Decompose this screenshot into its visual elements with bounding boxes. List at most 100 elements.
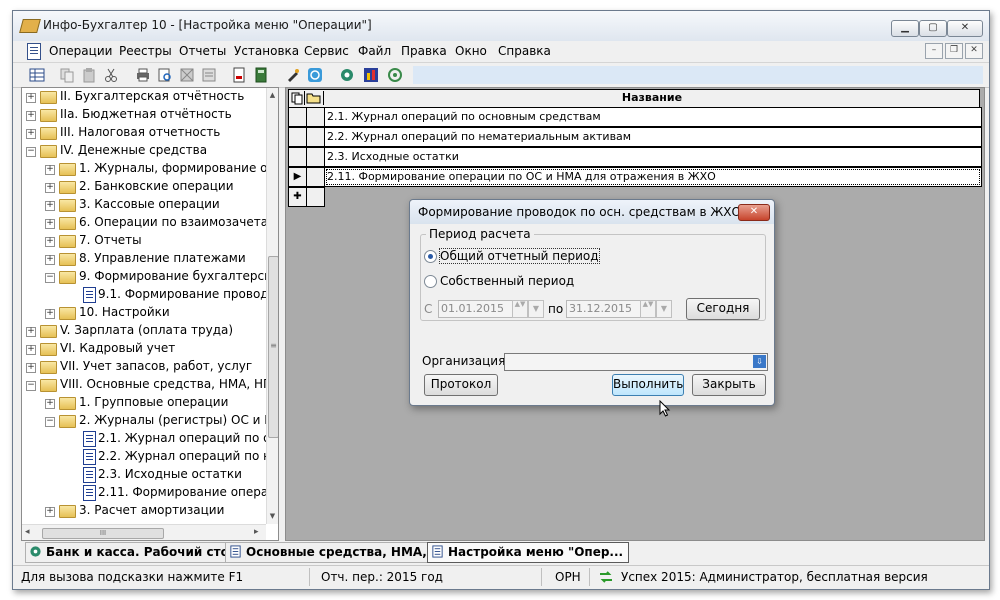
date-from-field[interactable]: 01.01.2015 xyxy=(438,300,514,318)
magic-icon[interactable] xyxy=(285,67,301,83)
scroll-left-arrow-icon[interactable]: ◂ xyxy=(25,527,30,537)
menu-registers[interactable]: Реестры xyxy=(119,44,172,58)
collapse-icon[interactable]: − xyxy=(26,381,36,391)
date-from-spinner[interactable]: ▲▼ xyxy=(512,300,528,318)
menu-service[interactable]: Сервис xyxy=(304,44,349,58)
collapse-icon[interactable]: − xyxy=(45,417,55,427)
expand-icon[interactable]: + xyxy=(45,237,55,247)
menu-help[interactable]: Справка xyxy=(498,44,551,58)
tree-item[interactable]: +2. Банковские операции xyxy=(22,178,266,196)
settings-icon[interactable] xyxy=(339,67,355,83)
close-button[interactable]: ✕ xyxy=(947,20,983,37)
expand-icon[interactable]: + xyxy=(45,165,55,175)
grid-icon[interactable] xyxy=(29,67,45,83)
collapse-icon[interactable]: − xyxy=(45,273,55,283)
protocol-button[interactable]: Протокол xyxy=(424,374,498,396)
tree-item[interactable]: +3. Кассовые операции xyxy=(22,196,266,214)
tree-horizontal-scrollbar[interactable]: ◂ III ▸ xyxy=(22,524,266,540)
radio-general-period[interactable] xyxy=(424,250,437,263)
tree-item[interactable]: − VIII. Основные средства, НМА, НПА xyxy=(22,376,278,394)
radio-own-period-label[interactable]: Собственный период xyxy=(440,274,574,288)
tree-vertical-scrollbar[interactable]: ▲ ≡ ▼ xyxy=(266,88,278,524)
date-to-dropdown[interactable]: ▼ xyxy=(656,300,672,318)
tree-item[interactable]: +8. Управление платежами xyxy=(22,250,266,268)
tree-item[interactable]: + III. Налоговая отчетность xyxy=(22,124,266,142)
new-row-indicator[interactable]: ✚ xyxy=(288,187,307,207)
expand-icon[interactable]: + xyxy=(45,183,55,193)
preview-icon[interactable] xyxy=(157,67,173,83)
cut-icon[interactable] xyxy=(103,67,119,83)
expand-icon[interactable]: + xyxy=(45,309,55,319)
expand-icon[interactable]: + xyxy=(26,327,36,337)
expand-icon[interactable]: + xyxy=(26,129,36,139)
row-indicator[interactable] xyxy=(288,147,307,167)
tree-item[interactable]: + VII. Учет запасов, работ, услуг xyxy=(22,358,266,376)
chart-icon[interactable] xyxy=(363,67,379,83)
date-from-dropdown[interactable]: ▼ xyxy=(528,300,544,318)
organization-select-icon[interactable]: ⇩ xyxy=(753,355,766,368)
menu-reports[interactable]: Отчеты xyxy=(179,44,226,58)
tree-item[interactable]: +1. Журналы, формирование опер xyxy=(22,160,278,178)
radio-own-period[interactable] xyxy=(424,275,437,288)
task-tab-menu-settings[interactable]: Настройка меню "Опер... xyxy=(427,542,629,563)
grid-folder-icon[interactable] xyxy=(306,91,324,105)
expand-icon[interactable]: + xyxy=(26,93,36,103)
tree-item[interactable]: +7. Отчеты xyxy=(22,232,266,250)
tree-item[interactable]: + VI. Кадровый учет xyxy=(22,340,266,358)
date-to-field[interactable]: 31.12.2015 xyxy=(566,300,642,318)
report-icon[interactable] xyxy=(231,67,247,83)
tree-item[interactable]: 2.1. Журнал операций по осн xyxy=(22,430,278,448)
expand-icon[interactable]: + xyxy=(26,111,36,121)
collapse-icon[interactable]: − xyxy=(26,147,36,157)
calculator-icon[interactable] xyxy=(253,67,269,83)
close-dialog-button[interactable]: Закрыть xyxy=(692,374,766,396)
current-row-indicator[interactable]: ▶ xyxy=(288,167,307,187)
menu-operations[interactable]: Операции xyxy=(49,44,112,58)
menu-file[interactable]: Файл xyxy=(358,44,391,58)
menu-window[interactable]: Окно xyxy=(455,44,487,58)
grid-column-name-header[interactable]: Название xyxy=(325,91,979,104)
scroll-right-arrow-icon[interactable]: ▸ xyxy=(254,527,259,537)
expand-icon[interactable]: + xyxy=(26,363,36,373)
network-icon[interactable] xyxy=(387,67,403,83)
tree-item[interactable]: + II. Бухгалтерская отчётность xyxy=(22,88,266,106)
tree-item[interactable]: +6. Операции по взаимозачетам xyxy=(22,214,277,232)
task-tab-bank[interactable]: Банк и касса. Рабочий стол ... xyxy=(25,542,255,563)
execute-button[interactable]: Выполнить xyxy=(612,374,684,396)
tree-item[interactable]: + IIa. Бюджетная отчётность xyxy=(22,106,266,124)
tree-item[interactable]: 9.1. Формирование проводок xyxy=(22,286,278,304)
row-indicator[interactable] xyxy=(288,127,307,147)
mdi-restore-button[interactable]: ❐ xyxy=(945,43,963,59)
grid-row-name[interactable]: 2.1. Журнал операций по основным средств… xyxy=(324,107,982,127)
expand-icon[interactable]: + xyxy=(45,399,55,409)
today-button[interactable]: Сегодня xyxy=(686,298,760,320)
dialog-close-button[interactable]: ✕ xyxy=(738,204,770,221)
menu-installation[interactable]: Установка xyxy=(234,44,299,58)
tree-scroll-thumb[interactable]: ≡ xyxy=(268,256,278,438)
expand-icon[interactable]: + xyxy=(45,507,55,517)
tree-item[interactable]: − 9. Формирование бухгалтерских xyxy=(22,268,278,286)
maximize-button[interactable]: ▢ xyxy=(919,20,947,37)
scroll-up-arrow-icon[interactable]: ▲ xyxy=(268,89,277,101)
tree-item[interactable]: − 2. Журналы (регистры) ОС и НМ xyxy=(22,412,278,430)
image-icon[interactable] xyxy=(179,67,195,83)
mdi-close-button[interactable]: ✕ xyxy=(965,43,983,59)
refresh-icon[interactable] xyxy=(307,67,323,83)
menu-edit[interactable]: Правка xyxy=(401,44,447,58)
organization-field[interactable]: ⇩ xyxy=(504,353,768,371)
minimize-button[interactable]: ▁ xyxy=(891,20,919,37)
expand-icon[interactable]: + xyxy=(45,255,55,265)
paste-icon[interactable] xyxy=(81,67,97,83)
tree-item[interactable]: +3. Расчет амортизации xyxy=(22,502,266,520)
tree-item[interactable]: 2.3. Исходные остатки xyxy=(22,466,266,484)
grid-row-name-selected[interactable]: 2.11. Формирование операции по ОС и НМА … xyxy=(324,167,982,187)
tree-item[interactable]: 2.2. Журнал операций по нем xyxy=(22,448,278,466)
grid-copy-icon[interactable] xyxy=(290,91,305,105)
tree-item[interactable]: +10. Настройки xyxy=(22,304,266,322)
scroll-down-arrow-icon[interactable]: ▼ xyxy=(268,510,277,522)
calc-list-icon[interactable] xyxy=(201,67,217,83)
print-icon[interactable] xyxy=(135,67,151,83)
task-tab-fixed-assets[interactable]: Основные средства, НМА, Н... xyxy=(225,542,455,563)
mdi-minimize-button[interactable]: – xyxy=(925,43,943,59)
tree-item[interactable]: − IV. Денежные средства xyxy=(22,142,266,160)
